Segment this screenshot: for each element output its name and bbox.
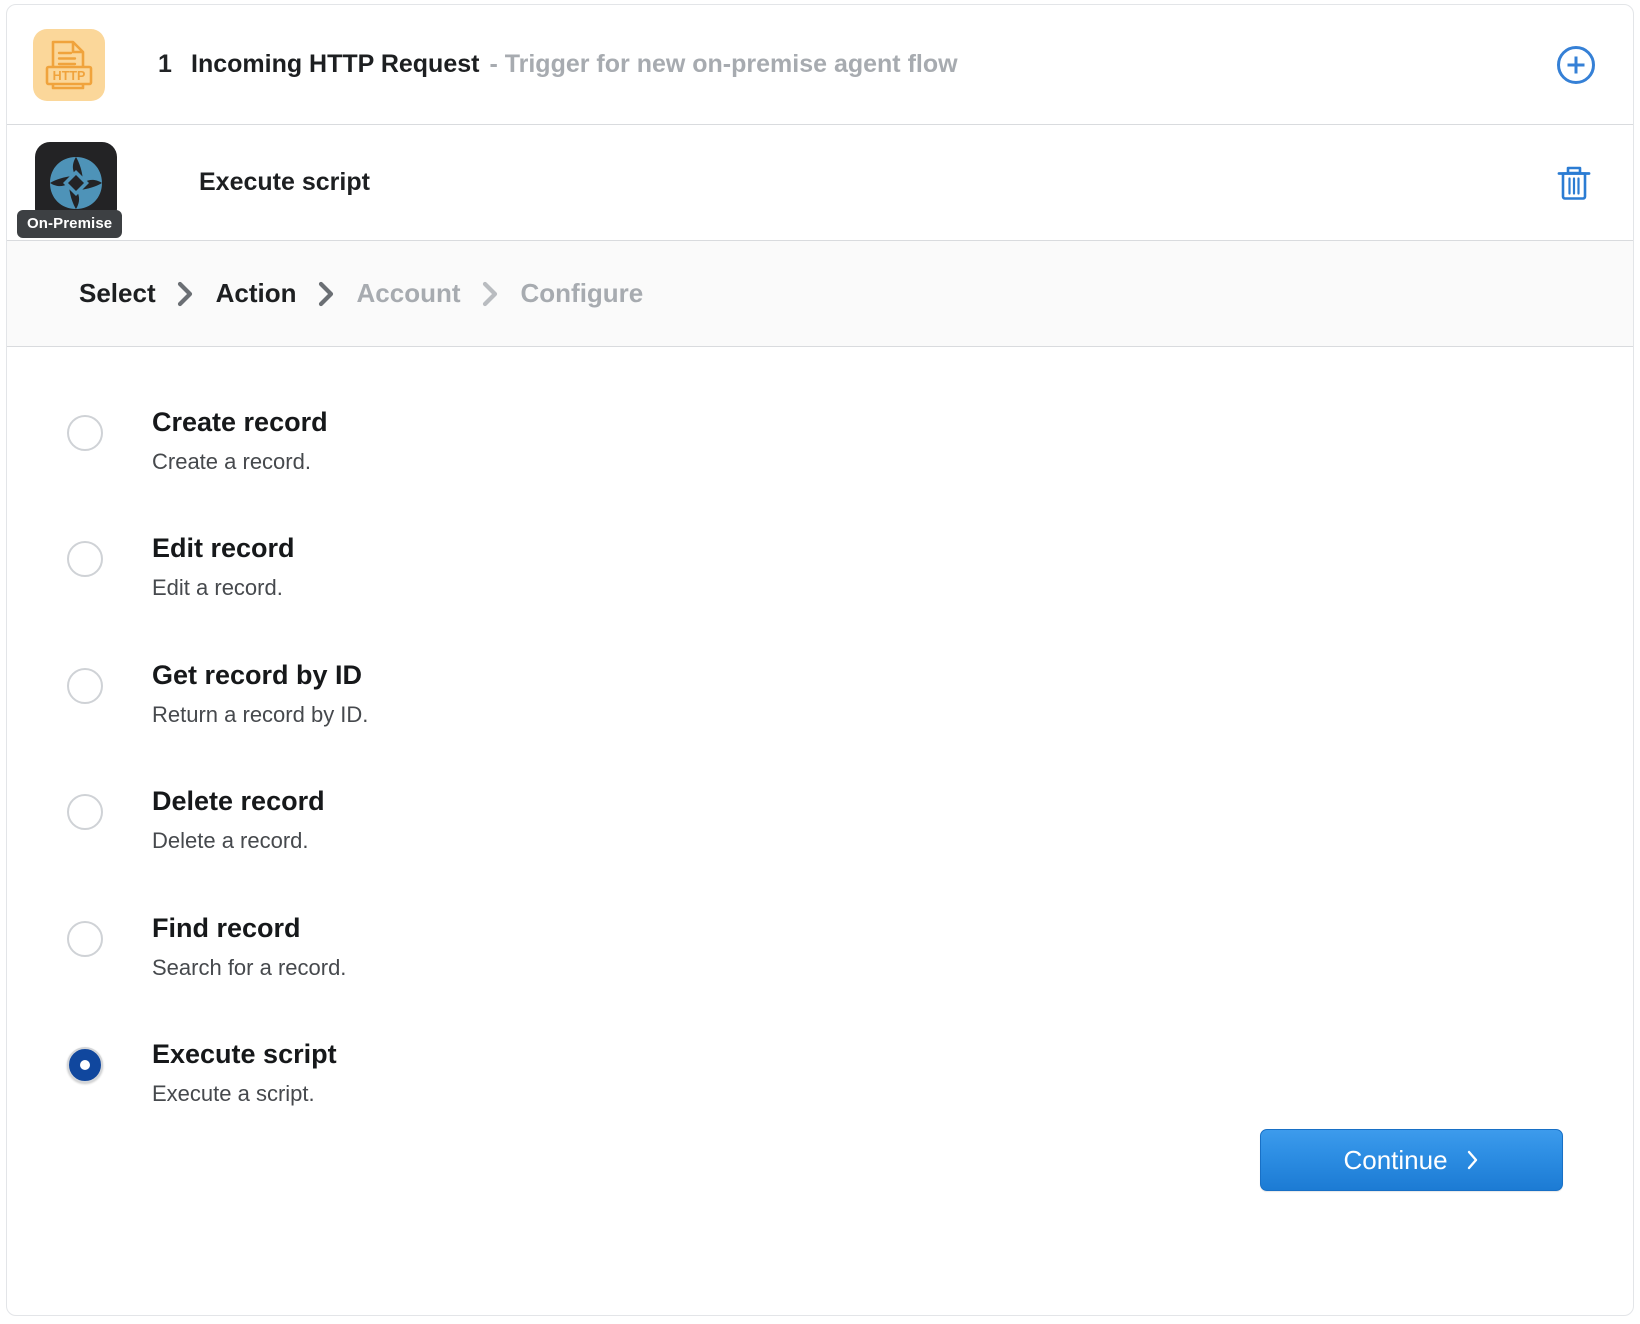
trigger-step-row[interactable]: HTTP 1 Incoming HTTP Request - Trigger f… [7,5,1633,125]
on-premise-badge: On-Premise [17,210,122,238]
option-description: Create a record. [152,449,328,475]
option-label: Create record [152,407,328,438]
radio-execute-script[interactable] [67,1047,103,1083]
option-description: Edit a record. [152,575,295,601]
breadcrumb-step-account: Account [357,278,461,309]
option-label: Get record by ID [152,660,368,691]
radio-find-record[interactable] [67,921,103,957]
option-get-record-by-id[interactable]: Get record by ID Return a record by ID. [67,660,707,728]
trigger-separator: - [489,50,497,78]
radio-delete-record[interactable] [67,794,103,830]
breadcrumb-step-action[interactable]: Action [216,278,297,309]
option-label: Delete record [152,786,325,817]
option-label: Find record [152,913,346,944]
continue-button[interactable]: Continue [1260,1129,1563,1191]
option-description: Search for a record. [152,955,346,981]
breadcrumb-step-configure: Configure [521,278,644,309]
chevron-right-icon [317,280,337,308]
option-label: Execute script [152,1039,337,1070]
option-text: Edit record Edit a record. [152,533,295,601]
option-text: Execute script Execute a script. [152,1039,337,1107]
radio-create-record[interactable] [67,415,103,451]
action-configuration-card: HTTP 1 Incoming HTTP Request - Trigger f… [6,4,1634,1316]
action-options-list: Create record Create a record. Edit reco… [7,347,1633,1108]
option-description: Delete a record. [152,828,325,854]
trash-icon[interactable] [1555,162,1593,204]
chevron-right-icon [481,280,501,308]
breadcrumb: Select Action Account Configure [7,241,1633,347]
radio-edit-record[interactable] [67,541,103,577]
option-find-record[interactable]: Find record Search for a record. [67,913,707,981]
chevron-right-icon [176,280,196,308]
action-title: Execute script [199,168,370,197]
option-description: Return a record by ID. [152,702,368,728]
footer-actions: Continue [1260,1129,1563,1191]
option-description: Execute a script. [152,1081,337,1107]
step-number: 1 [139,50,191,79]
trigger-title: Incoming HTTP Request [191,50,479,79]
option-text: Get record by ID Return a record by ID. [152,660,368,728]
continue-button-label: Continue [1343,1145,1447,1176]
option-delete-record[interactable]: Delete record Delete a record. [67,786,707,854]
option-edit-record[interactable]: Edit record Edit a record. [67,533,707,601]
breadcrumb-step-select[interactable]: Select [79,278,156,309]
option-text: Delete record Delete a record. [152,786,325,854]
radio-get-record-by-id[interactable] [67,668,103,704]
svg-text:HTTP: HTTP [53,69,86,83]
option-text: Find record Search for a record. [152,913,346,981]
option-create-record[interactable]: Create record Create a record. [67,407,707,475]
option-text: Create record Create a record. [152,407,328,475]
option-label: Edit record [152,533,295,564]
http-file-icon: HTTP [33,29,105,101]
chevron-right-icon [1466,1149,1480,1171]
plus-circle-icon[interactable] [1555,44,1597,86]
option-execute-script[interactable]: Execute script Execute a script. [67,1039,707,1107]
action-step-row: On-Premise Execute script [7,125,1633,241]
trigger-subtitle: - Trigger for new on-premise agent flow [489,50,957,79]
trigger-subtitle-text: Trigger for new on-premise agent flow [505,50,958,78]
on-premise-icon-wrapper: On-Premise [35,142,117,224]
